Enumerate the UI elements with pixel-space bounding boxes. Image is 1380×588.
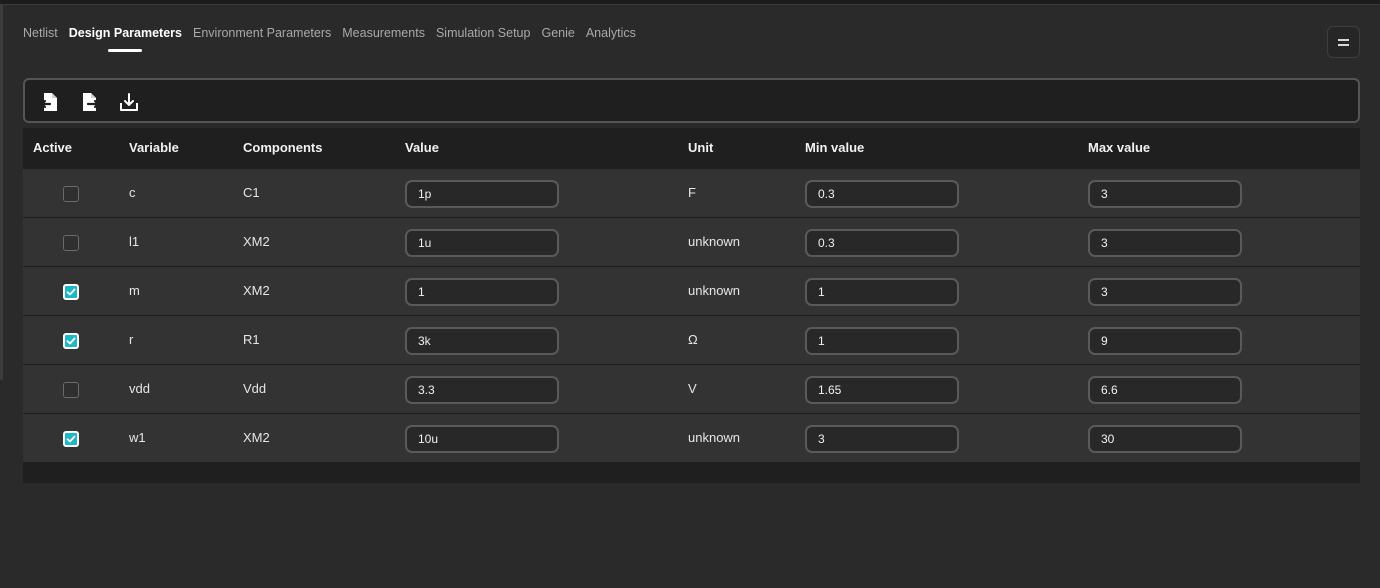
download-icon[interactable] — [118, 91, 140, 113]
value-input[interactable] — [405, 229, 559, 257]
max-value-input[interactable] — [1088, 376, 1242, 404]
table-header: Active Variable Components Value Unit Mi… — [23, 128, 1360, 168]
check-icon — [66, 435, 76, 443]
tab-design-parameters[interactable]: Design Parameters — [69, 26, 182, 52]
min-value-input[interactable] — [805, 278, 959, 306]
min-value-input[interactable] — [805, 425, 959, 453]
min-value-input[interactable] — [805, 180, 959, 208]
value-input[interactable] — [405, 278, 559, 306]
file-export-icon[interactable] — [79, 91, 101, 113]
max-value-input[interactable] — [1088, 229, 1242, 257]
tab-bar: Netlist Design Parameters Environment Pa… — [23, 26, 647, 52]
menu-icon — [1338, 38, 1349, 46]
column-header-components[interactable]: Components — [243, 128, 322, 168]
active-checkbox[interactable] — [63, 186, 79, 202]
table-row: l1 XM2 unknown — [23, 217, 1360, 266]
table-row: c C1 F — [23, 168, 1360, 217]
min-value-input[interactable] — [805, 229, 959, 257]
table-footer — [23, 462, 1360, 483]
max-value-input[interactable] — [1088, 278, 1242, 306]
tab-netlist[interactable]: Netlist — [23, 26, 58, 52]
variable-name: l1 — [129, 234, 140, 249]
active-checkbox[interactable] — [63, 235, 79, 251]
active-checkbox[interactable] — [63, 333, 79, 349]
min-value-input[interactable] — [805, 376, 959, 404]
value-input[interactable] — [405, 425, 559, 453]
table-row: w1 XM2 unknown — [23, 413, 1360, 462]
unit-text: unknown — [688, 283, 741, 298]
min-value-input[interactable] — [805, 327, 959, 355]
variable-name: w1 — [129, 430, 146, 445]
tab-simulation-setup[interactable]: Simulation Setup — [436, 26, 531, 52]
column-header-unit[interactable]: Unit — [688, 128, 713, 168]
unit-text: V — [688, 381, 697, 396]
unit-text: F — [688, 185, 696, 200]
column-header-active[interactable]: Active — [33, 128, 72, 168]
max-value-input[interactable] — [1088, 425, 1242, 453]
table-body: c C1 Fl1 XM2 unknown m XM2 unknown r R1 Ωvdd Vdd Vw1… — [23, 168, 1360, 462]
tab-measurements[interactable]: Measurements — [342, 26, 425, 52]
variable-name: m — [129, 283, 140, 298]
component-name: XM2 — [243, 430, 270, 445]
column-header-min-value[interactable]: Min value — [805, 128, 864, 168]
column-header-value[interactable]: Value — [405, 128, 439, 168]
design-parameters-table: Active Variable Components Value Unit Mi… — [23, 128, 1360, 483]
toolbar — [23, 78, 1360, 123]
table-row: vdd Vdd V — [23, 364, 1360, 413]
tab-genie[interactable]: Genie — [541, 26, 574, 52]
max-value-input[interactable] — [1088, 180, 1242, 208]
component-name: XM2 — [243, 283, 270, 298]
table-row: r R1 Ω — [23, 315, 1360, 364]
window-top-border — [0, 0, 1380, 5]
table-row: m XM2 unknown — [23, 266, 1360, 315]
tab-analytics[interactable]: Analytics — [586, 26, 636, 52]
variable-name: r — [129, 332, 134, 347]
max-value-input[interactable] — [1088, 327, 1242, 355]
menu-button[interactable] — [1327, 26, 1360, 58]
variable-name: vdd — [129, 381, 150, 396]
check-icon — [66, 337, 76, 345]
file-import-icon[interactable] — [39, 91, 61, 113]
value-input[interactable] — [405, 327, 559, 355]
check-icon — [66, 288, 76, 296]
component-name: Vdd — [243, 381, 267, 396]
active-checkbox[interactable] — [63, 431, 79, 447]
value-input[interactable] — [405, 180, 559, 208]
component-name: C1 — [243, 185, 260, 200]
component-name: R1 — [243, 332, 260, 347]
variable-name: c — [129, 185, 136, 200]
unit-text: unknown — [688, 234, 741, 249]
column-header-variable[interactable]: Variable — [129, 128, 179, 168]
window-left-border — [0, 5, 3, 380]
active-checkbox[interactable] — [63, 284, 79, 300]
column-header-max-value[interactable]: Max value — [1088, 128, 1150, 168]
value-input[interactable] — [405, 376, 559, 404]
component-name: XM2 — [243, 234, 270, 249]
unit-text: Ω — [688, 332, 698, 347]
unit-text: unknown — [688, 430, 741, 445]
tab-environment-parameters[interactable]: Environment Parameters — [193, 26, 331, 52]
active-checkbox[interactable] — [63, 382, 79, 398]
